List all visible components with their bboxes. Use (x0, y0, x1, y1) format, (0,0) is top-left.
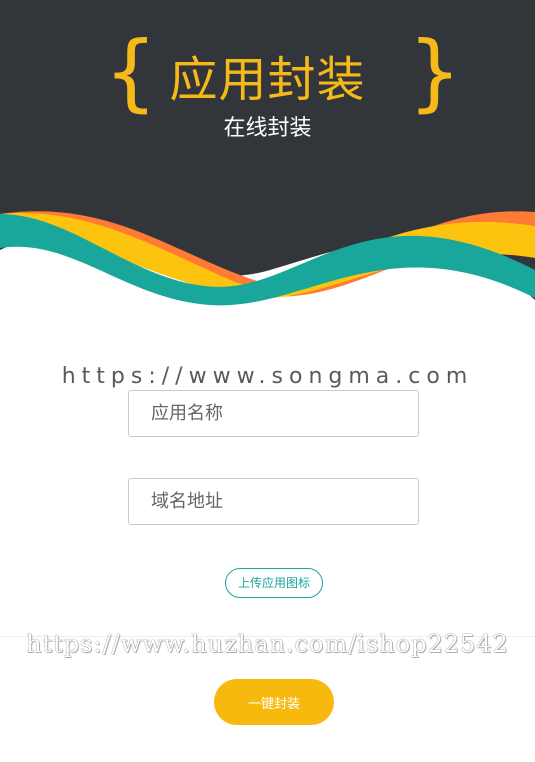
watermark-huzhan: https://www.huzhan.com/ishop22542 (26, 630, 509, 658)
app-name-input[interactable] (128, 390, 419, 437)
upload-app-icon-button[interactable]: 上传应用图标 (225, 568, 323, 598)
one-click-package-button[interactable]: 一键封装 (214, 679, 334, 725)
watermark-songma: https://www.songma.com (61, 364, 474, 389)
domain-address-input[interactable] (128, 478, 419, 525)
wave-decoration (0, 211, 535, 310)
